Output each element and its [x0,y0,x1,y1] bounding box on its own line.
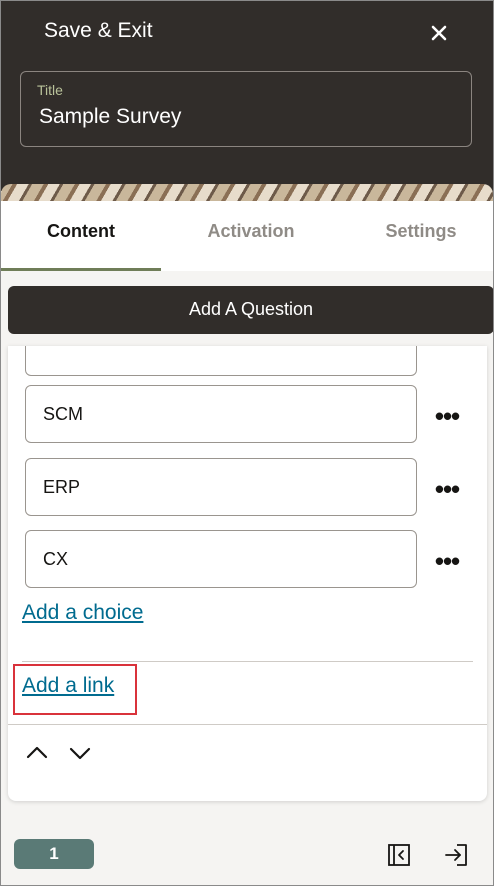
choice-input[interactable]: CX [25,530,417,588]
collapse-panel-icon[interactable] [387,843,411,867]
chevron-down-icon[interactable] [68,741,92,765]
more-options-icon[interactable]: ••• [433,403,461,430]
close-icon-graphic [431,25,447,41]
tab-content[interactable]: Content [1,201,161,271]
exit-icon[interactable] [444,843,468,867]
chevron-up-icon[interactable] [25,741,49,765]
exit-icon-graphic [445,844,467,866]
more-options-icon[interactable]: ••• [433,548,461,575]
tab-activation[interactable]: Activation [171,201,331,271]
tab-bar: Content Activation Settings [1,201,493,271]
header: Save & Exit Title Sample Survey [1,1,493,191]
survey-panel: Save & Exit Title Sample Survey Content … [0,0,494,886]
highlight-box [13,664,137,715]
choice-input-partial[interactable] [25,346,417,376]
divider [22,661,473,662]
more-options-icon[interactable]: ••• [433,476,461,503]
choice-input[interactable]: SCM [25,385,417,443]
add-question-button[interactable]: Add A Question [8,286,493,334]
chevron-up-icon-graphic [26,746,48,759]
title-label: Title [37,82,63,98]
divider [8,724,487,725]
title-field[interactable]: Title Sample Survey [20,71,472,147]
close-icon[interactable] [425,19,453,47]
tab-settings[interactable]: Settings [341,201,493,271]
chevron-down-icon-graphic [69,747,91,760]
page-number-badge[interactable]: 1 [14,839,94,869]
add-choice-link[interactable]: Add a choice [22,601,143,625]
collapse-panel-icon-graphic [388,844,410,866]
question-card: SCM ••• ERP ••• CX ••• Add a choice Add … [8,346,487,801]
save-exit-button[interactable]: Save & Exit [44,19,153,43]
choice-input[interactable]: ERP [25,458,417,516]
title-input[interactable]: Sample Survey [39,105,181,129]
